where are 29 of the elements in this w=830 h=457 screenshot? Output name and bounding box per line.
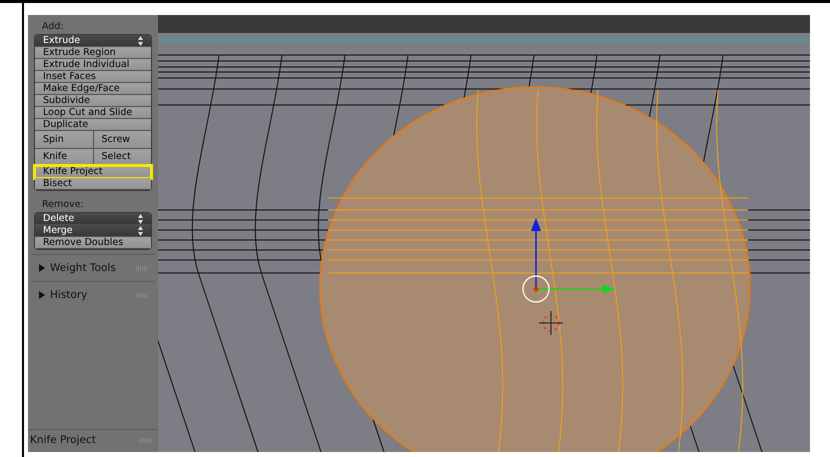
grip-icon xyxy=(136,292,148,298)
tool-button[interactable]: Duplicate xyxy=(35,119,151,131)
dropdown-menu[interactable]: Extrude xyxy=(35,35,151,47)
dropdown-menu[interactable]: Delete xyxy=(35,213,151,225)
tool-button[interactable]: Knife Project xyxy=(35,166,151,178)
tool-button[interactable]: Extrude Individual xyxy=(35,59,151,71)
tool-button[interactable]: Remove Doubles xyxy=(35,237,151,249)
panel-header[interactable]: Weight Tools xyxy=(34,259,152,277)
right-triangle-icon xyxy=(38,291,46,299)
3d-cursor-icon xyxy=(538,310,564,336)
tool-button[interactable]: Subdivide xyxy=(35,95,151,107)
tool-button[interactable]: Bisect xyxy=(35,178,151,190)
section-label: Add: xyxy=(41,20,65,34)
right-triangle-icon xyxy=(38,264,46,272)
section-label: Remove: xyxy=(41,198,85,212)
updown-arrow-icon xyxy=(138,214,143,224)
panel-header[interactable]: History xyxy=(34,286,152,304)
tool-button[interactable]: Extrude Region xyxy=(35,47,151,59)
updown-arrow-icon xyxy=(138,226,143,236)
tool-button[interactable]: Screw xyxy=(94,131,151,148)
updown-arrow-icon xyxy=(138,36,143,46)
operator-panel-title: Knife Project xyxy=(30,434,96,446)
tool-button[interactable]: Spin xyxy=(35,131,94,148)
grip-icon xyxy=(136,266,148,270)
tool-button[interactable]: Inset Faces xyxy=(35,71,151,83)
tool-button[interactable]: Loop Cut and Slide xyxy=(35,107,151,119)
dropdown-menu[interactable]: Merge xyxy=(35,225,151,237)
grip-icon xyxy=(140,438,152,442)
tool-button[interactable]: Make Edge/Face xyxy=(35,83,151,95)
